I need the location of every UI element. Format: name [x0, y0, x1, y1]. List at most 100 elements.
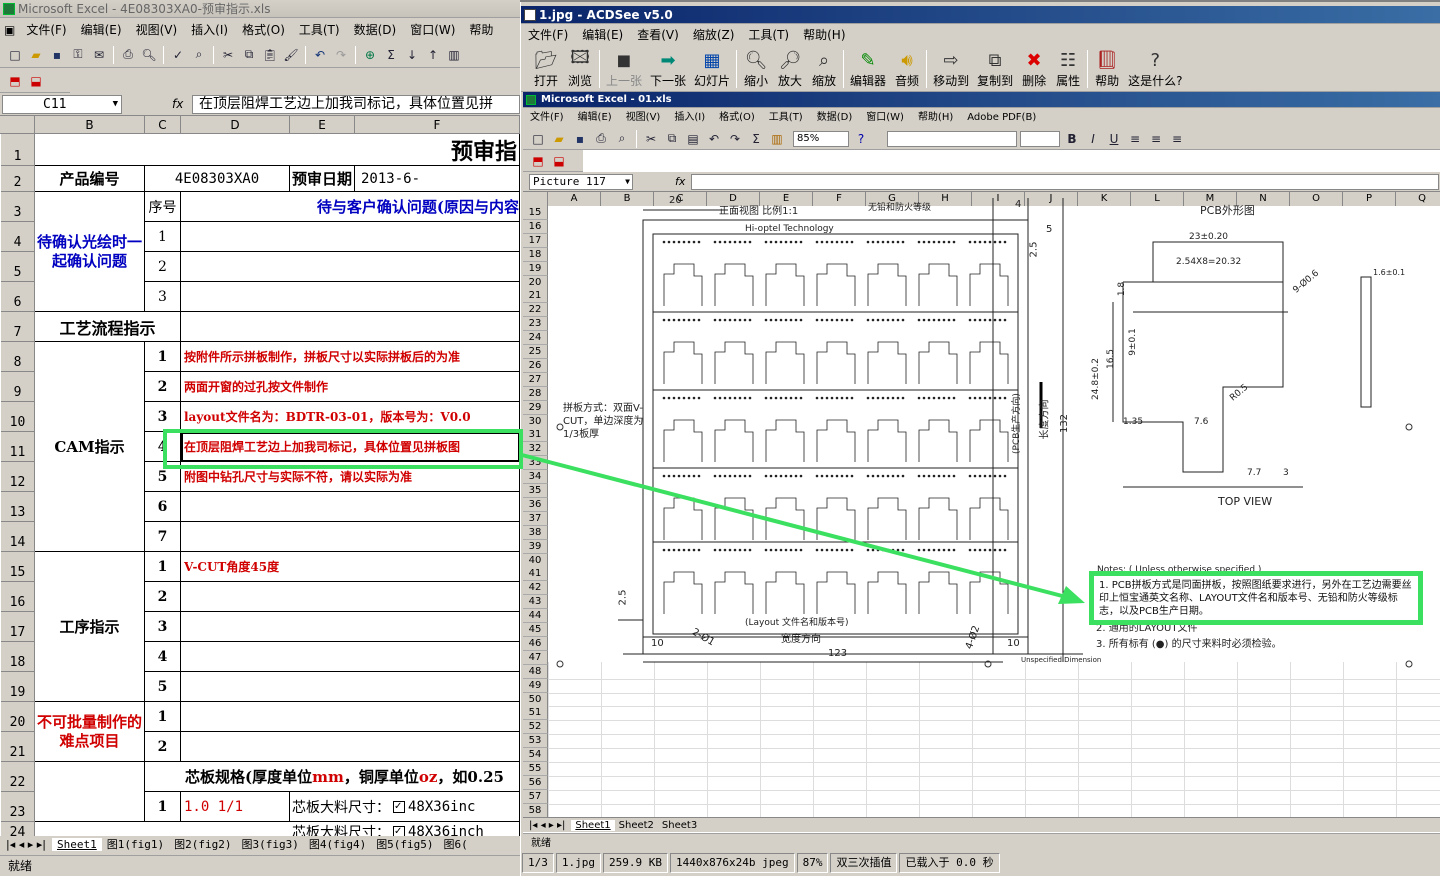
print-preview-icon[interactable]: 🔍︎: [140, 46, 158, 64]
fx-label[interactable]: fx: [172, 97, 183, 111]
difficulty-item[interactable]: [181, 732, 520, 762]
menu-doc-icon[interactable]: ▣: [0, 19, 19, 41]
column-header[interactable]: C: [145, 116, 181, 134]
menu-item[interactable]: 工具(T): [292, 19, 347, 41]
seq-number[interactable]: 1: [145, 702, 181, 732]
column-header[interactable]: F: [355, 116, 520, 134]
row-header[interactable]: 16: [1, 582, 35, 612]
product-no-label[interactable]: 产品编号: [35, 166, 145, 192]
menu-item[interactable]: 查看(V): [630, 24, 686, 46]
seq-number[interactable]: 3: [145, 402, 181, 432]
menu-item[interactable]: 缩放(Z): [686, 24, 742, 46]
sheet-tab[interactable]: 图1(fig1): [102, 838, 169, 851]
next-button[interactable]: ➡ 下一张: [646, 48, 690, 89]
sheet-tab[interactable]: 图5(fig5): [371, 838, 438, 851]
format-painter-icon[interactable]: 🖌︎: [282, 46, 300, 64]
copy-button[interactable]: ⧉ 复制到: [973, 48, 1017, 89]
row-header[interactable]: 6: [1, 282, 35, 312]
browse-button[interactable]: 🖾 浏览: [563, 47, 597, 89]
seq-number[interactable]: 4: [145, 642, 181, 672]
excel-sheet-grid[interactable]: ABCDEF1234567891011121314151617181920212…: [0, 116, 520, 836]
checkbox-icon[interactable]: ✓: [393, 800, 405, 813]
seq-number[interactable]: 3: [145, 612, 181, 642]
seq-number[interactable]: 2: [145, 252, 181, 282]
pdf-email-icon[interactable]: ⬓: [27, 72, 45, 90]
row-header[interactable]: 21: [1, 732, 35, 762]
seq-number[interactable]: 1: [145, 222, 181, 252]
column-header[interactable]: B: [35, 116, 145, 134]
undo-icon[interactable]: ↶: [311, 46, 329, 64]
row-header[interactable]: 7: [1, 312, 35, 342]
seq-number[interactable]: 6: [145, 492, 181, 522]
row-header[interactable]: 20: [1, 702, 35, 732]
row-header[interactable]: 14: [1, 522, 35, 552]
core-a[interactable]: [35, 762, 145, 822]
open-button[interactable]: 📂︎ 打开: [529, 48, 563, 89]
core-header[interactable]: 芯板规格(厚度单位 mm ，铜厚单位 oz ，如0.25: [145, 762, 520, 792]
select-all-corner[interactable]: [0, 116, 35, 134]
menu-item[interactable]: 编辑(E): [74, 19, 129, 41]
spelling-icon[interactable]: ✓: [169, 46, 187, 64]
sort-asc-icon[interactable]: ↓: [403, 46, 421, 64]
zoom-in-button[interactable]: 🔎︎ 放大: [773, 48, 807, 89]
properties-button[interactable]: ☷ 属性: [1051, 48, 1085, 89]
formula-input[interactable]: 在顶层阻焊工艺边上加我司标记，具体位置见拼: [192, 95, 520, 114]
checkbox-icon[interactable]: ✓: [393, 825, 405, 836]
sheet-tab-active[interactable]: Sheet1: [52, 838, 102, 851]
core-row-value[interactable]: 1.0 1/1: [181, 792, 290, 822]
menu-item[interactable]: 数据(D): [347, 19, 404, 41]
cam-label[interactable]: CAM指示: [35, 342, 145, 552]
row-header[interactable]: 13: [1, 492, 35, 522]
menu-item[interactable]: 帮助(H): [796, 24, 852, 46]
row-header[interactable]: 15: [1, 552, 35, 582]
editor-button[interactable]: ✎ 编辑器: [846, 48, 890, 89]
zoom-button[interactable]: ⌕ 缩放: [807, 48, 841, 89]
row-header[interactable]: 3: [1, 192, 35, 222]
product-no-value[interactable]: 4E08303XA0: [145, 166, 290, 192]
cam-item[interactable]: 两面开窗的过孔按文件制作: [181, 372, 520, 402]
sheet-tab[interactable]: 图6(: [439, 838, 473, 851]
row-header[interactable]: 11: [1, 432, 35, 462]
seq-number[interactable]: 7: [145, 522, 181, 552]
email-icon[interactable]: ✉: [90, 46, 108, 64]
cam-item[interactable]: layout文件名为：BDTR-03-01，版本号为：V0.0: [181, 402, 520, 432]
save-icon[interactable]: ▪: [48, 46, 66, 64]
proc-item[interactable]: [181, 612, 520, 642]
process-value[interactable]: [181, 312, 520, 342]
chart-wizard-icon[interactable]: ▥: [445, 46, 463, 64]
acdsee-titlebar[interactable]: 1.jpg - ACDSee v5.0: [521, 6, 1440, 24]
confirm-item[interactable]: [181, 222, 520, 252]
cut-icon[interactable]: ✂: [219, 46, 237, 64]
menu-item[interactable]: 文件(F): [19, 19, 73, 41]
difficulty-label[interactable]: 不可批量制作的难点项目: [35, 702, 145, 762]
seq-number[interactable]: 2: [145, 372, 181, 402]
seq-number[interactable]: 5: [145, 672, 181, 702]
hyperlink-icon[interactable]: ⊕: [361, 46, 379, 64]
confirm-label[interactable]: 待确认光绘时一起确认问题: [35, 192, 145, 312]
row-header[interactable]: 2: [1, 166, 35, 192]
redo-icon[interactable]: ↷: [332, 46, 350, 64]
acdsee-image-view[interactable]: Microsoft Excel - 01.xls 文件(F) 编辑(E) 视图(V)…: [523, 92, 1440, 852]
seq-number[interactable]: 2: [145, 582, 181, 612]
menu-item[interactable]: 文件(F): [521, 24, 575, 46]
slideshow-button[interactable]: ▦ 幻灯片: [690, 48, 734, 89]
proc-item[interactable]: [181, 672, 520, 702]
audio-button[interactable]: 🔊︎ 音频: [890, 48, 924, 89]
proc-item[interactable]: [181, 642, 520, 672]
seq-number[interactable]: 1: [145, 792, 181, 822]
seq-number[interactable]: 1: [145, 552, 181, 582]
confirm-item[interactable]: [181, 282, 520, 312]
sheet-tab[interactable]: 图4(fig4): [304, 838, 371, 851]
menu-item[interactable]: 视图(V): [129, 19, 185, 41]
row-header[interactable]: 24: [1, 822, 35, 836]
zoom-out-button[interactable]: 🔍︎ 缩小: [739, 48, 773, 89]
menu-item[interactable]: 窗口(W): [403, 19, 462, 41]
seq-number[interactable]: 1: [145, 342, 181, 372]
menu-item[interactable]: 工具(T): [741, 24, 796, 46]
process-label[interactable]: 工艺流程指示: [35, 312, 181, 342]
sheet-tab[interactable]: 图3(fig3): [236, 838, 303, 851]
row-header[interactable]: 4: [1, 222, 35, 252]
date-label[interactable]: 预审日期: [290, 166, 355, 192]
menu-item[interactable]: 格式(O): [235, 19, 292, 41]
name-box-dropdown-icon[interactable]: ▼: [113, 96, 118, 113]
